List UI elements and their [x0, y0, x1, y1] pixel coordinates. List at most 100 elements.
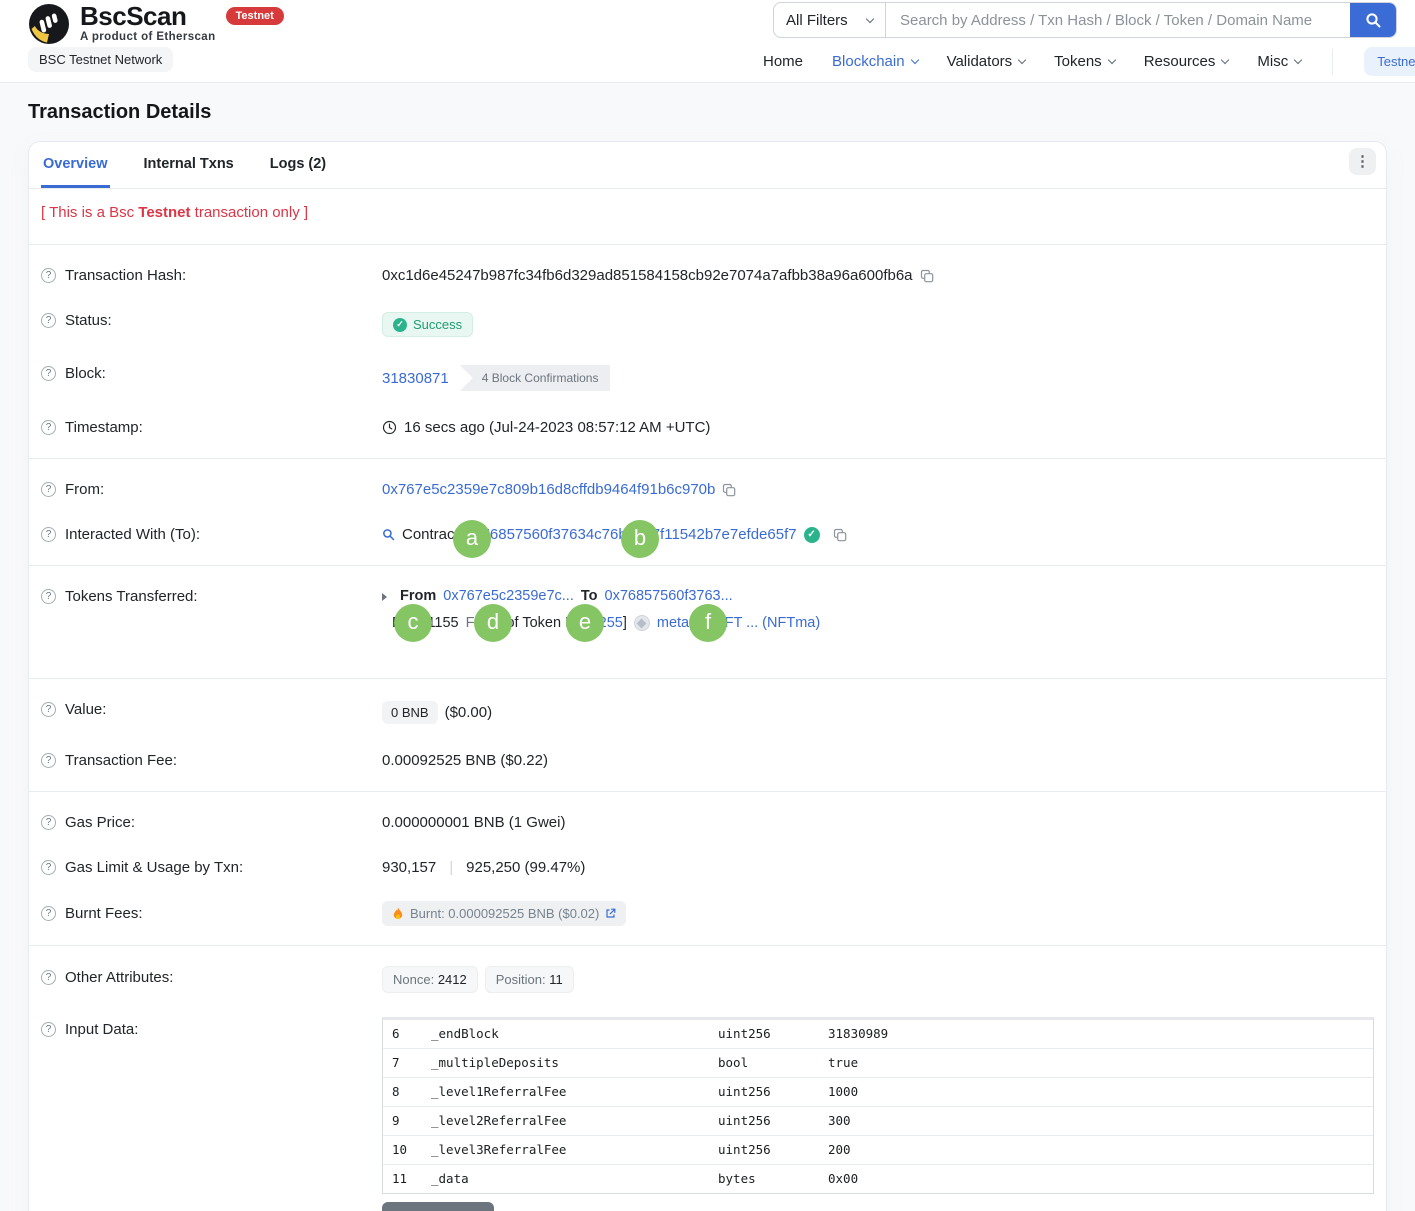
transfer-from-link[interactable]: 0x767e5c2359e7c...: [443, 588, 574, 604]
row-label: Tokens Transferred:: [65, 588, 198, 605]
brand-name: BscScan: [80, 3, 216, 29]
table-row: 8_level1ReferralFeeuint2561000: [383, 1078, 1373, 1107]
table-row: 10_level3ReferralFeeuint256200: [383, 1136, 1373, 1165]
chevron-down-icon: [1018, 56, 1026, 64]
nav-tokens[interactable]: Tokens: [1054, 53, 1115, 70]
caret-right-icon[interactable]: [382, 593, 387, 601]
help-icon[interactable]: [41, 702, 56, 717]
help-icon[interactable]: [41, 527, 56, 542]
section-gas: Gas Price: 0.000000001 BNB (1 Gwei) Gas …: [29, 792, 1386, 946]
clock-icon: [382, 420, 397, 435]
chevron-down-icon: [1221, 56, 1229, 64]
help-icon[interactable]: [41, 815, 56, 830]
help-icon[interactable]: [41, 420, 56, 435]
help-icon[interactable]: [41, 1022, 56, 1037]
annotation-marker-e[interactable]: e: [566, 604, 604, 642]
help-icon[interactable]: [41, 482, 56, 497]
brand[interactable]: BscScan A product of Etherscan Testnet: [28, 3, 284, 45]
row-label: Status:: [65, 312, 112, 329]
help-icon[interactable]: [41, 906, 56, 921]
help-icon[interactable]: [41, 970, 56, 985]
more-options-button[interactable]: [1349, 148, 1376, 175]
status-badge: Success: [382, 312, 473, 337]
search-input[interactable]: [886, 3, 1350, 37]
nav-home[interactable]: Home: [763, 53, 803, 70]
table-row: 6_endBlockuint25631830989: [383, 1020, 1373, 1049]
help-icon[interactable]: [41, 753, 56, 768]
chevron-down-icon: [866, 14, 874, 22]
table-row: 7_multipleDepositsbooltrue: [383, 1049, 1373, 1078]
token-transfer-line2: ERC-1155 For 5 of Token ID [1255] metapr…: [392, 615, 1374, 631]
annotation-marker-b[interactable]: b: [621, 520, 659, 558]
bscscan-logo-icon: [28, 3, 70, 45]
row-status: Status: Success: [41, 298, 1374, 351]
token-logo-icon: [634, 615, 650, 631]
gas-price-value: 0.000000001 BNB (1 Gwei): [382, 814, 565, 831]
brand-testnet-badge: Testnet: [226, 7, 284, 25]
tab-bar: Overview Internal Txns Logs (2): [29, 142, 1386, 189]
testnet-notice: [ This is a Bsc Testnet transaction only…: [29, 189, 1386, 245]
annotation-marker-a[interactable]: a: [453, 520, 491, 558]
section-value-fee: Value: 0 BNB ($0.00) Transaction Fee: 0.…: [29, 679, 1386, 792]
contract-word: Contract: [402, 526, 459, 543]
nav-divider: [1332, 49, 1333, 75]
row-gas-price: Gas Price: 0.000000001 BNB (1 Gwei): [41, 800, 1374, 845]
row-other-attributes: Other Attributes: Nonce: 2412 Position: …: [41, 954, 1374, 1005]
from-address-link[interactable]: 0x767e5c2359e7c809b16d8cffdb9464f91b6c97…: [382, 481, 715, 498]
network-switch-button[interactable]: Testnet: [1364, 47, 1415, 76]
tab-logs[interactable]: Logs (2): [268, 156, 328, 188]
contract-lens-icon[interactable]: [382, 528, 395, 541]
search-icon: [1365, 12, 1382, 29]
help-icon[interactable]: [41, 268, 56, 283]
value-usd: ($0.00): [445, 704, 493, 721]
nav-blockchain[interactable]: Blockchain: [832, 53, 918, 70]
value-badge: 0 BNB: [382, 701, 438, 724]
nav-misc[interactable]: Misc: [1257, 53, 1301, 70]
tab-internal-txns[interactable]: Internal Txns: [142, 156, 236, 188]
flame-icon: [392, 907, 404, 921]
tab-overview[interactable]: Overview: [41, 156, 110, 188]
search-button[interactable]: [1350, 3, 1396, 37]
row-label: From:: [65, 481, 104, 498]
help-icon[interactable]: [41, 366, 56, 381]
row-label: Value:: [65, 701, 106, 718]
transfer-to-link[interactable]: 0x76857560f3763...: [605, 588, 733, 604]
verified-check-icon: [804, 527, 820, 543]
row-label: Other Attributes:: [65, 969, 173, 986]
nav-validators[interactable]: Validators: [947, 53, 1026, 70]
external-link-icon[interactable]: [605, 908, 616, 919]
annotation-marker-f[interactable]: f: [689, 604, 727, 642]
search-bar: All Filters: [773, 2, 1397, 38]
switch-back-button[interactable]: Switch Back: [382, 1202, 494, 1211]
token-name-link[interactable]: metapro NFT ... (NFTma): [657, 615, 820, 631]
nav-resources[interactable]: Resources: [1144, 53, 1229, 70]
copy-icon[interactable]: [920, 269, 934, 283]
row-transaction-hash: Transaction Hash: 0xc1d6e45247b987fc34fb…: [41, 253, 1374, 298]
chevron-down-icon: [1294, 56, 1302, 64]
copy-icon[interactable]: [833, 528, 847, 542]
position-badge: Position: 11: [485, 966, 574, 993]
annotation-marker-c[interactable]: c: [394, 604, 432, 642]
block-number-link[interactable]: 31830871: [382, 370, 449, 387]
annotation-marker-d[interactable]: d: [474, 604, 512, 642]
block-confirmations-badge: 4 Block Confirmations: [460, 365, 611, 391]
input-data-table[interactable]: 6_endBlockuint25631830989 7_multipleDepo…: [382, 1017, 1374, 1194]
help-icon[interactable]: [41, 313, 56, 328]
nonce-badge: Nonce: 2412: [382, 966, 478, 993]
transaction-hash-value: 0xc1d6e45247b987fc34fb6d329ad851584158cb…: [382, 267, 913, 284]
copy-icon[interactable]: [722, 483, 736, 497]
gas-limit-value: 930,157: [382, 859, 436, 876]
separator: |: [443, 859, 459, 876]
search-filter-select[interactable]: All Filters: [774, 3, 886, 37]
site-header: BscScan A product of Etherscan Testnet B…: [0, 0, 1415, 83]
row-interacted-with: Interacted With (To): Contract 0x7685756…: [41, 512, 1374, 557]
table-row: 11_databytes0x00: [383, 1165, 1373, 1193]
row-burnt-fees: Burnt Fees: Burnt: 0.000092525 BNB ($0.0…: [41, 890, 1374, 937]
help-icon[interactable]: [41, 589, 56, 604]
chevron-down-icon: [910, 56, 918, 64]
help-icon[interactable]: [41, 860, 56, 875]
check-circle-icon: [393, 318, 407, 332]
row-from: From: 0x767e5c2359e7c809b16d8cffdb9464f9…: [41, 467, 1374, 512]
fee-value: 0.00092525 BNB ($0.22): [382, 752, 548, 769]
burnt-fees-badge: Burnt: 0.000092525 BNB ($0.02): [382, 901, 626, 926]
